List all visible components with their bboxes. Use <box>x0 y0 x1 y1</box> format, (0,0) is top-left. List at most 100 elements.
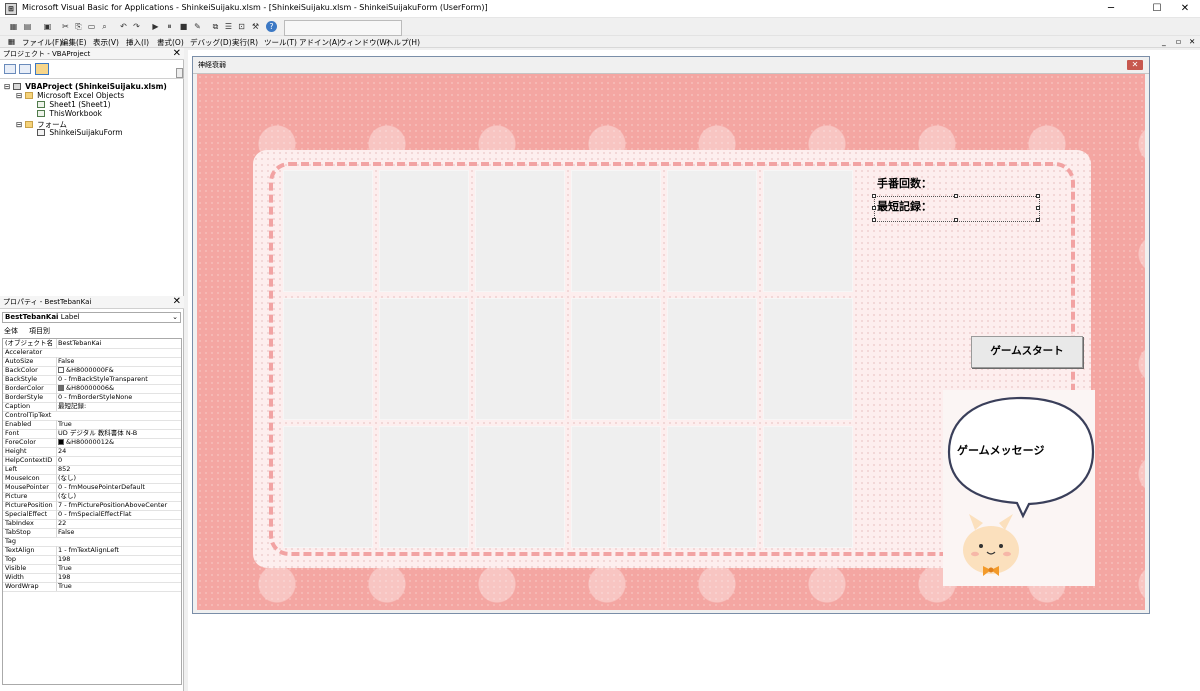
collapse-icon[interactable]: ⊟ <box>16 91 22 100</box>
menu-debug[interactable]: デバッグ(D) <box>190 37 232 48</box>
reset-icon[interactable]: ■ <box>178 21 189 32</box>
property-value[interactable]: True <box>56 564 181 573</box>
property-value[interactable]: 852 <box>56 465 181 474</box>
help-icon[interactable]: ? <box>266 21 277 32</box>
game-message-label[interactable]: ゲームメッセージ <box>957 442 1044 458</box>
card-slot[interactable] <box>379 426 469 548</box>
property-value[interactable]: 0 - fmMousePointerDefault <box>56 483 181 492</box>
project-pane-close-icon[interactable]: ✕ <box>173 48 181 60</box>
property-value[interactable]: (なし) <box>56 474 181 483</box>
tree-item-vbaproject[interactable]: ⊟ VBAProject (ShinkeiSuijaku.xlsm) <box>4 82 167 91</box>
find-icon[interactable]: ⌕ <box>99 21 110 32</box>
maximize-button[interactable]: ☐ <box>1142 0 1172 18</box>
excel-view-icon[interactable]: ▦ <box>8 21 19 32</box>
property-value[interactable]: BestTebanKai <box>56 339 181 348</box>
userform-client[interactable]: 手番回数： 最短記録： ゲームスタート ゲームメッセージ <box>197 74 1145 610</box>
resize-handle[interactable] <box>954 218 958 222</box>
property-value[interactable]: 7 - fmPicturePositionAboveCenter <box>56 501 181 510</box>
insert-userform-icon[interactable]: ▤ <box>22 21 33 32</box>
card-slot[interactable] <box>763 426 853 548</box>
property-value[interactable]: 0 - fmBorderStyleNone <box>56 393 181 402</box>
userform-close-icon[interactable]: ✕ <box>1127 60 1143 70</box>
resize-handle[interactable] <box>872 194 876 198</box>
cut-icon[interactable]: ✂ <box>60 21 71 32</box>
resize-handle[interactable] <box>872 206 876 210</box>
resize-handle[interactable] <box>872 218 876 222</box>
tree-item-shinkeisuijakuform[interactable]: ShinkeiSuijakuForm <box>37 128 123 137</box>
mdi-close-icon[interactable]: ✕ <box>1189 37 1195 46</box>
property-value[interactable]: True <box>56 582 181 591</box>
run-icon[interactable]: ▶ <box>150 21 161 32</box>
menu-run[interactable]: 実行(R) <box>232 37 258 48</box>
card-slot[interactable] <box>571 426 661 548</box>
menu-help[interactable]: ヘルプ(H) <box>386 37 420 48</box>
resize-handle[interactable] <box>954 194 958 198</box>
undo-icon[interactable]: ↶ <box>118 21 129 32</box>
property-value[interactable]: False <box>56 357 181 366</box>
menu-file[interactable]: ファイル(F) <box>22 37 62 48</box>
card-slot[interactable] <box>763 298 853 420</box>
card-slot[interactable] <box>379 298 469 420</box>
copy-icon[interactable]: ⎘ <box>73 21 84 32</box>
menu-view[interactable]: 表示(V) <box>93 37 119 48</box>
resize-handle[interactable] <box>1036 218 1040 222</box>
break-icon[interactable]: ⏸ <box>164 21 175 32</box>
properties-pane-close-icon[interactable]: ✕ <box>173 296 181 308</box>
card-slot[interactable] <box>475 426 565 548</box>
property-value[interactable]: 198 <box>56 573 181 582</box>
card-slot[interactable] <box>475 170 565 292</box>
toggle-folders-icon[interactable] <box>35 63 49 75</box>
turn-count-label[interactable]: 手番回数： <box>877 175 932 191</box>
property-value[interactable]: True <box>56 420 181 429</box>
card-slot[interactable] <box>763 170 853 292</box>
property-value[interactable]: (なし) <box>56 492 181 501</box>
view-object-icon[interactable] <box>19 64 31 74</box>
resize-handle[interactable] <box>1036 194 1040 198</box>
menu-tools[interactable]: ツール(T) <box>264 37 297 48</box>
menu-addins[interactable]: アドイン(A) <box>299 37 340 48</box>
minimize-button[interactable]: ─ <box>1096 0 1126 18</box>
collapse-icon[interactable]: ⊟ <box>16 120 22 129</box>
mdi-minimize-icon[interactable]: _ <box>1162 37 1166 46</box>
tree-item-sheet1[interactable]: Sheet1 (Sheet1) <box>37 100 111 109</box>
property-value[interactable]: 24 <box>56 447 181 456</box>
tree-item-excel-objects[interactable]: ⊟ Microsoft Excel Objects <box>16 91 124 100</box>
menu-window[interactable]: ウィンドウ(W) <box>339 37 390 48</box>
game-start-button[interactable]: ゲームスタート <box>971 336 1083 368</box>
property-value[interactable]: &H8000000F& <box>56 366 181 375</box>
toolbox-icon[interactable]: ⚒ <box>250 21 261 32</box>
project-scroll-icon[interactable] <box>176 68 183 78</box>
property-value[interactable]: 0 - fmSpecialEffectFlat <box>56 510 181 519</box>
project-explorer-icon[interactable]: ⧉ <box>210 21 221 32</box>
close-button[interactable]: ✕ <box>1170 0 1200 18</box>
property-row[interactable]: WordWrap True <box>3 582 181 592</box>
property-value[interactable]: 198 <box>56 555 181 564</box>
menu-insert[interactable]: 挿入(I) <box>126 37 149 48</box>
card-slot[interactable] <box>667 298 757 420</box>
card-slot[interactable] <box>667 170 757 292</box>
tree-item-thisworkbook[interactable]: ThisWorkbook <box>37 109 102 118</box>
userform-window[interactable]: 神経衰弱 ✕ 手番回数： 最短記録： ゲームスタート ゲームメッセージ <box>192 56 1150 614</box>
property-value[interactable]: 1 - fmTextAlignLeft <box>56 546 181 555</box>
collapse-icon[interactable]: ⊟ <box>4 82 10 91</box>
properties-window-icon[interactable]: ☰ <box>223 21 234 32</box>
property-value[interactable]: &H80000006& <box>56 384 181 393</box>
property-value[interactable]: &H80000012& <box>56 438 181 447</box>
position-combo[interactable] <box>284 20 402 36</box>
object-selector[interactable]: BestTebanKai Label ⌄ <box>2 312 181 323</box>
property-value[interactable]: 0 - fmBackStyleTransparent <box>56 375 181 384</box>
card-slot[interactable] <box>475 298 565 420</box>
card-slot[interactable] <box>571 298 661 420</box>
card-slot[interactable] <box>283 426 373 548</box>
property-value[interactable]: 0 <box>56 456 181 465</box>
card-slot[interactable] <box>667 426 757 548</box>
chevron-down-icon[interactable]: ⌄ <box>172 313 178 322</box>
property-value[interactable]: 最短記録: <box>56 402 181 411</box>
property-value[interactable]: UD デジタル 教科書体 N-B <box>56 429 181 438</box>
vba-app-icon[interactable]: ⊞ <box>5 3 17 15</box>
design-mode-icon[interactable]: ✎ <box>192 21 203 32</box>
tab-categorized[interactable]: 項目別 <box>29 326 50 336</box>
view-code-icon[interactable] <box>4 64 16 74</box>
mdi-restore-icon[interactable]: ▫ <box>1176 37 1181 46</box>
menu-format[interactable]: 書式(O) <box>157 37 184 48</box>
